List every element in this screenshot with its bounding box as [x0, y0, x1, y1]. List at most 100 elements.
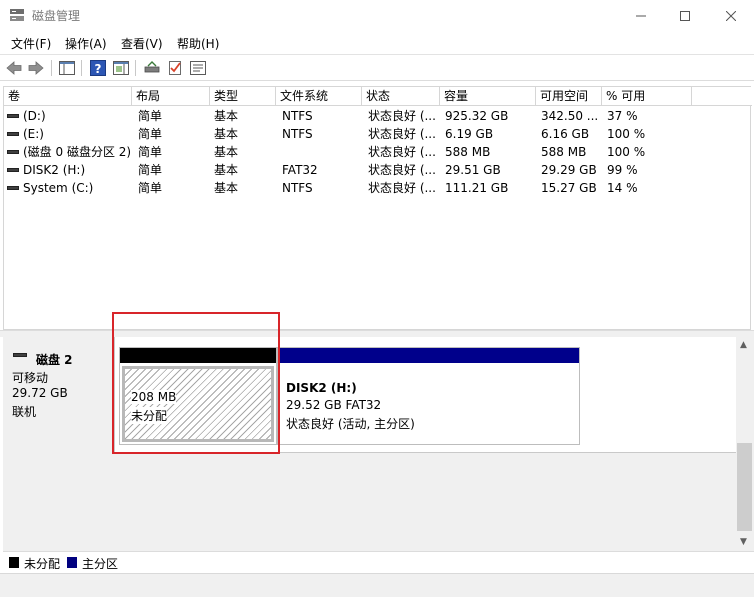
partition-name: DISK2 (H:) — [286, 381, 357, 395]
volume-name: System (C:) — [23, 181, 94, 195]
show-action-pane-button[interactable] — [112, 59, 130, 77]
volume-row[interactable]: DISK2 (H:) 简单 基本 FAT32 状态良好 (... 29.51 G… — [4, 161, 752, 179]
back-button[interactable] — [5, 59, 23, 77]
close-button[interactable] — [708, 0, 754, 31]
disk-pane-scrollbar[interactable]: ▲ ▼ — [736, 337, 754, 551]
toolbar-separator — [81, 60, 82, 76]
column-header-filesystem[interactable]: 文件系统 — [276, 87, 362, 106]
window-title: 磁盘管理 — [32, 9, 81, 23]
volume-list-header: 卷 布局 类型 文件系统 状态 容量 可用空间 % 可用 — [4, 87, 752, 106]
volume-layout: 简单 — [138, 181, 163, 195]
column-header-free-space[interactable]: 可用空间 — [536, 87, 602, 106]
volume-drive-icon — [7, 150, 19, 154]
disk-info-panel[interactable]: 磁盘 2 可移动 29.72 GB 联机 — [3, 337, 115, 453]
properties-icon — [190, 61, 206, 75]
volume-percent-free: 14 % — [607, 181, 638, 195]
disk-connect-icon — [144, 61, 160, 73]
minimize-button[interactable] — [618, 0, 664, 31]
partition-primary-disk2[interactable]: DISK2 (H:) 29.52 GB FAT32 状态良好 (活动, 主分区) — [277, 347, 580, 445]
legend-label-primary: 主分区 — [82, 557, 119, 571]
column-header-capacity[interactable]: 容量 — [440, 87, 536, 106]
volume-type: 基本 — [214, 181, 239, 195]
volume-layout: 简单 — [138, 145, 163, 159]
volume-row[interactable]: System (C:) 简单 基本 NTFS 状态良好 (... 111.21 … — [4, 179, 752, 197]
volume-layout: 简单 — [138, 127, 163, 141]
console-tree-icon — [59, 61, 75, 75]
scrollbar-thumb[interactable] — [737, 443, 752, 531]
properties-button[interactable] — [189, 59, 207, 77]
volume-row[interactable]: (D:) 简单 基本 NTFS 状态良好 (... 925.32 GB 342.… — [4, 107, 752, 125]
disk-size: 29.72 GB — [12, 386, 68, 400]
volume-status: 状态良好 (... — [368, 163, 436, 177]
volume-free-space: 588 MB — [541, 145, 587, 159]
volume-capacity: 29.51 GB — [445, 163, 501, 177]
partition-status: 状态良好 (活动, 主分区) — [286, 415, 415, 432]
minimize-icon — [636, 15, 646, 16]
show-hide-console-tree-button[interactable] — [58, 59, 76, 77]
legend-swatch-primary — [67, 557, 77, 568]
disk-management-icon — [10, 9, 24, 21]
volume-name: DISK2 (H:) — [23, 163, 86, 177]
toolbar-separator — [51, 60, 52, 76]
scroll-down-icon[interactable]: ▼ — [740, 537, 747, 547]
scroll-up-icon[interactable]: ▲ — [740, 340, 747, 350]
forward-button[interactable] — [27, 59, 45, 77]
selection-highlight — [112, 312, 280, 454]
column-header-percent-free[interactable]: % 可用 — [602, 87, 692, 106]
column-header-status[interactable]: 状态 — [362, 87, 440, 106]
check-properties-button[interactable] — [166, 59, 184, 77]
maximize-button[interactable] — [662, 0, 708, 31]
volume-drive-icon — [7, 114, 19, 118]
status-bar — [0, 573, 754, 597]
menu-file[interactable]: 文件(F) — [11, 35, 51, 52]
volume-name: (E:) — [23, 127, 44, 141]
volume-filesystem: NTFS — [282, 127, 313, 141]
title-bar: 磁盘管理 — [0, 0, 754, 31]
volume-free-space: 15.27 GB — [541, 181, 597, 195]
volume-filesystem: FAT32 — [282, 163, 318, 177]
volume-status: 状态良好 (... — [368, 145, 436, 159]
volume-capacity: 925.32 GB — [445, 109, 509, 123]
column-header-layout[interactable]: 布局 — [132, 87, 210, 106]
partition-detail: 29.52 GB FAT32 — [286, 398, 382, 412]
maximize-icon — [680, 10, 690, 21]
volume-capacity: 6.19 GB — [445, 127, 494, 141]
volume-capacity: 588 MB — [445, 145, 491, 159]
volume-percent-free: 100 % — [607, 127, 646, 141]
partition-color-bar — [278, 348, 579, 363]
menu-action[interactable]: 操作(A) — [65, 35, 107, 52]
volume-status: 状态良好 (... — [368, 109, 436, 123]
column-header-volume[interactable]: 卷 — [4, 87, 132, 106]
help-icon: ? — [90, 60, 106, 76]
svg-text:?: ? — [95, 62, 102, 76]
legend-label-unallocated: 未分配 — [24, 557, 61, 571]
volume-percent-free: 99 % — [607, 163, 638, 177]
volume-type: 基本 — [214, 127, 239, 141]
action-pane-icon — [113, 61, 129, 75]
volume-type: 基本 — [214, 163, 239, 177]
help-button[interactable]: ? — [89, 59, 107, 77]
menu-bar: 文件(F) 操作(A) 查看(V) 帮助(H) — [0, 31, 754, 54]
volume-capacity: 111.21 GB — [445, 181, 509, 195]
volume-drive-icon — [7, 168, 19, 172]
back-arrow-icon — [6, 61, 22, 75]
volume-free-space: 6.16 GB — [541, 127, 590, 141]
connect-disk-button[interactable] — [143, 59, 161, 77]
menu-view[interactable]: 查看(V) — [121, 35, 163, 52]
column-header-type[interactable]: 类型 — [210, 87, 276, 106]
forward-arrow-icon — [28, 61, 44, 75]
toolbar: ? — [0, 54, 754, 81]
volume-name: (磁盘 0 磁盘分区 2) — [23, 145, 132, 159]
disk-name: 磁盘 2 — [36, 353, 73, 367]
volume-free-space: 29.29 GB — [541, 163, 597, 177]
checklist-icon — [169, 61, 181, 75]
volume-percent-free: 37 % — [607, 109, 638, 123]
partition-body: DISK2 (H:) 29.52 GB FAT32 状态良好 (活动, 主分区) — [280, 366, 577, 442]
volume-row[interactable]: (E:) 简单 基本 NTFS 状态良好 (... 6.19 GB 6.16 G… — [4, 125, 752, 143]
volume-percent-free: 100 % — [607, 145, 646, 159]
close-icon — [726, 10, 736, 21]
menu-help[interactable]: 帮助(H) — [177, 35, 219, 52]
volume-row[interactable]: (磁盘 0 磁盘分区 2) 简单 基本 状态良好 (... 588 MB 588… — [4, 143, 752, 161]
volume-type: 基本 — [214, 109, 239, 123]
legend-swatch-unallocated — [9, 557, 19, 568]
